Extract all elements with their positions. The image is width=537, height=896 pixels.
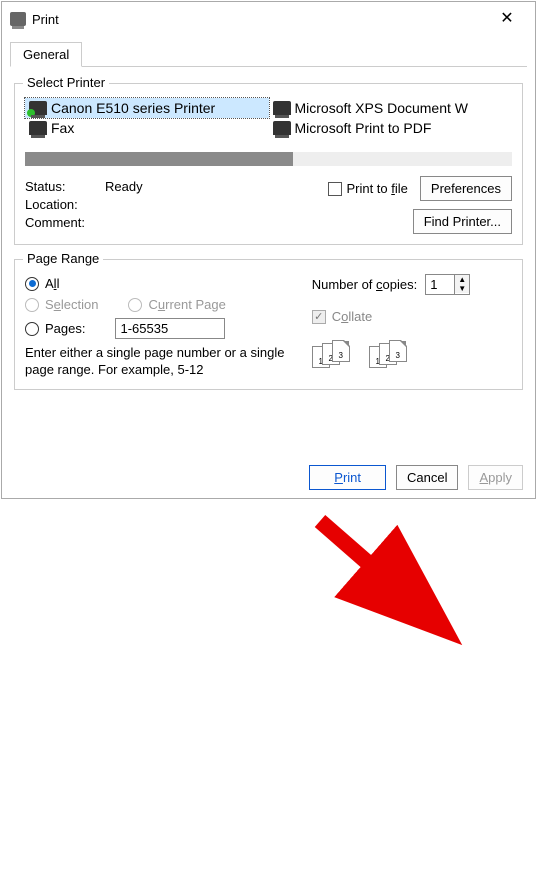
print-to-file-checkbox[interactable]: Print to file [328,181,407,196]
checkbox-icon [328,182,342,196]
printer-icon [273,101,291,115]
tab-content: Select Printer Canon E510 series Printer… [2,67,535,398]
radio-pages[interactable] [25,322,39,336]
titlebar: Print ✕ [2,2,535,36]
printer-name: Microsoft Print to PDF [295,120,432,136]
tab-strip: General [10,42,527,67]
radio-pages-label: Pages: [45,321,85,336]
radio-selection-label: Selection [45,297,98,312]
page-range-legend: Page Range [23,251,103,266]
find-printer-button[interactable]: Find Printer... [413,209,512,234]
spinner-up-icon[interactable]: ▲ [455,275,469,284]
printer-item[interactable]: Fax [25,118,269,138]
copies-label: Number of copies: [312,277,418,292]
comment-label: Comment: [25,215,105,230]
page-icon: 3 [332,340,350,362]
spinner-down-icon[interactable]: ▼ [455,284,469,293]
page-icon: 3 [389,340,407,362]
window-title: Print [26,12,487,27]
status-label: Status: [25,179,105,194]
printer-icon [29,121,47,135]
collate-label: Collate [332,309,372,324]
pages-input[interactable] [115,318,225,339]
location-label: Location: [25,197,105,212]
tab-general[interactable]: General [10,42,82,67]
printer-name: Microsoft XPS Document W [295,100,469,116]
select-printer-group: Select Printer Canon E510 series Printer… [14,83,523,245]
print-button[interactable]: Print [309,465,386,490]
printer-name: Fax [51,120,74,136]
radio-all-label: All [45,276,59,291]
printer-icon [29,101,47,115]
printer-item[interactable]: Canon E510 series Printer [25,98,269,118]
apply-button: Apply [468,465,523,490]
collate-checkbox: ✓ Collate [312,309,512,324]
collate-illustration: 1 2 3 1 2 3 [312,330,512,368]
printer-icon [273,121,291,135]
printer-name: Canon E510 series Printer [51,100,215,116]
scrollbar-thumb[interactable] [25,152,293,166]
radio-all[interactable] [25,277,39,291]
print-dialog: Print ✕ General Select Printer Canon E51… [1,1,536,499]
dialog-footer: Print Cancel Apply [309,465,523,490]
checkbox-icon: ✓ [312,310,326,324]
copies-value: 1 [426,275,454,294]
printer-list-scrollbar[interactable] [25,152,512,166]
page-range-group: Page Range All Selection Cur [14,259,523,390]
preferences-button[interactable]: Preferences [420,176,512,201]
copies-spinner[interactable]: 1 ▲ ▼ [425,274,470,295]
printer-item[interactable]: Microsoft Print to PDF [269,118,513,138]
cancel-button[interactable]: Cancel [396,465,458,490]
page-range-hint: Enter either a single page number or a s… [25,345,298,379]
select-printer-legend: Select Printer [23,75,109,90]
status-value: Ready [105,179,328,194]
radio-current-page-label: Current Page [148,297,225,312]
radio-selection [25,298,39,312]
printer-icon [10,12,26,26]
radio-current-page [128,298,142,312]
printer-item[interactable]: Microsoft XPS Document W [269,98,513,118]
print-to-file-label: Print to file [346,181,407,196]
printer-list[interactable]: Canon E510 series Printer Microsoft XPS … [25,94,512,146]
close-button[interactable]: ✕ [487,2,527,36]
